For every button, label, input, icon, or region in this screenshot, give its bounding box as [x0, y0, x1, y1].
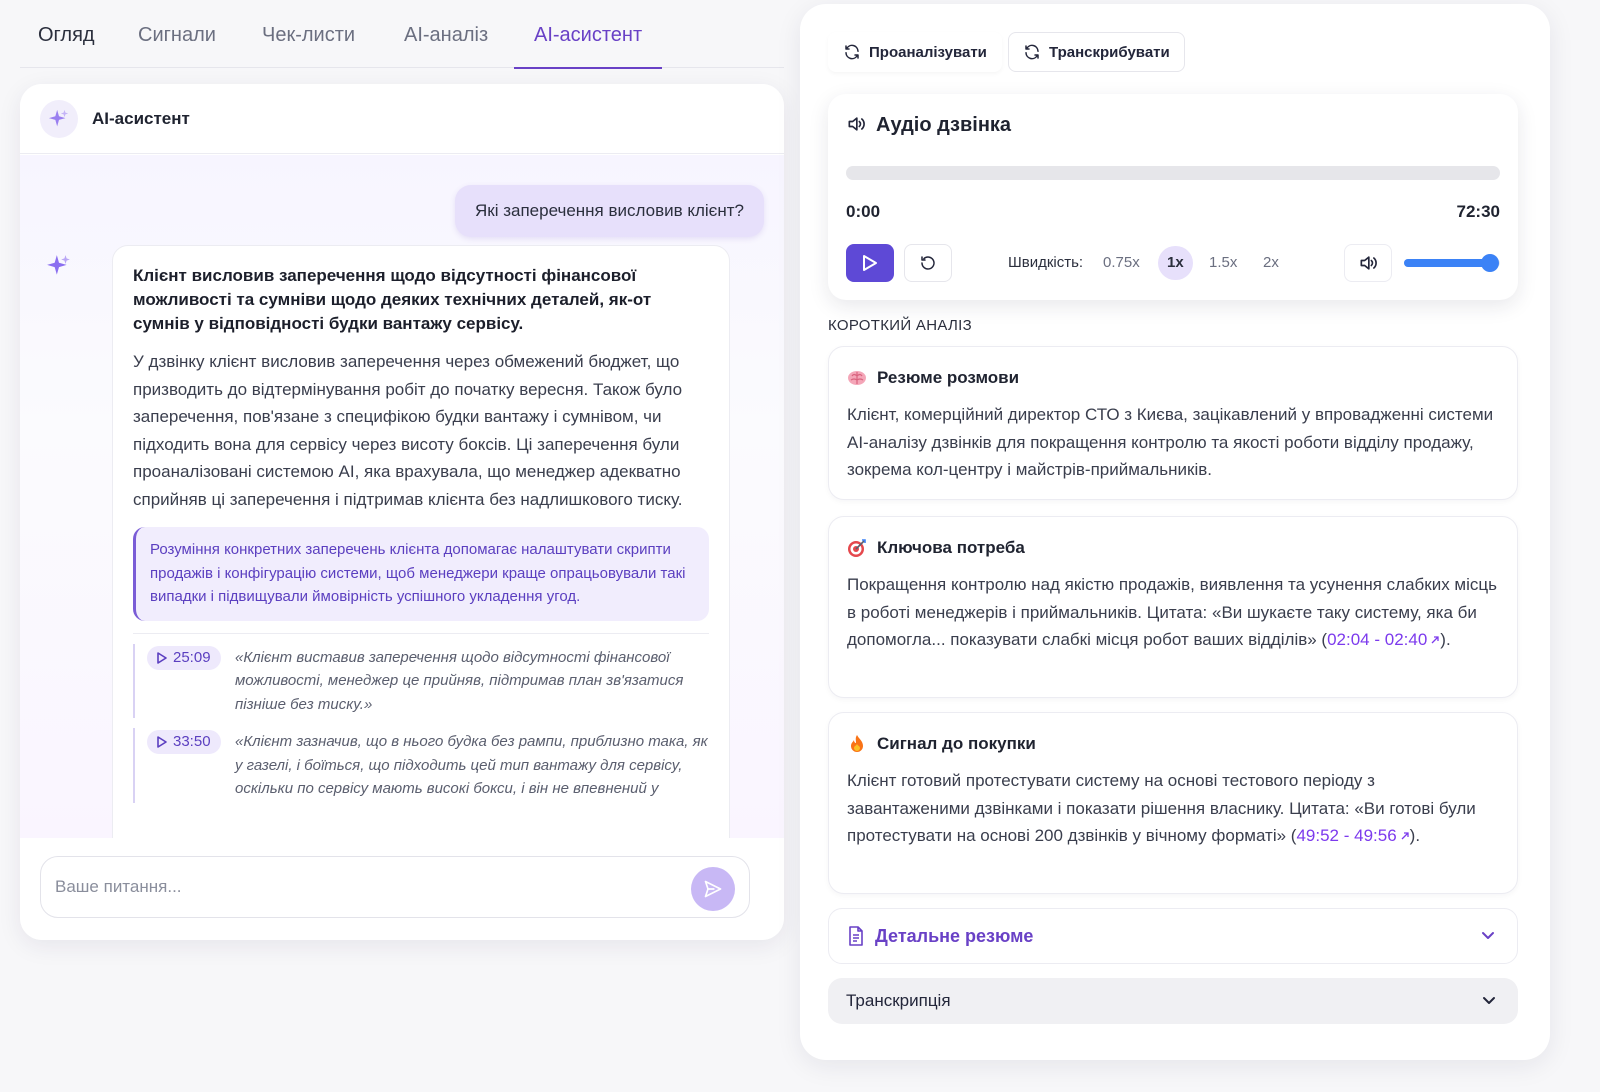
play-button[interactable]	[846, 244, 894, 282]
summary-text: Клієнт, комерційний директор СТО з Києва…	[847, 405, 1494, 479]
sparkle-icon	[48, 109, 69, 127]
speed-option-active[interactable]: 1x	[1158, 246, 1193, 280]
chat-title: AI-асистент	[92, 109, 190, 128]
summary-card: Резюме розмови Клієнт, комерційний дирек…	[828, 346, 1518, 500]
chat-input-area	[20, 838, 784, 940]
timestamp-link-label: 49:52 - 49:56	[1296, 826, 1397, 845]
replay-icon	[921, 256, 935, 270]
external-link-icon	[1431, 636, 1439, 644]
call-details-panel: Проаналізувати Транскрибувати Аудіо дзві…	[800, 4, 1550, 1060]
total-time: 72:30	[1456, 202, 1500, 221]
document-icon	[849, 926, 863, 946]
target-icon	[848, 539, 866, 557]
send-icon	[704, 880, 722, 898]
volume-slider[interactable]	[1404, 254, 1500, 272]
buying-signal-title: Сигнал до покупки	[877, 734, 1036, 753]
speed-option[interactable]: 2x	[1254, 246, 1288, 280]
assistant-message: Клієнт висловив заперечення щодо відсутн…	[112, 245, 730, 838]
send-button[interactable]	[691, 867, 735, 911]
audio-progress-bar[interactable]	[846, 166, 1500, 180]
play-icon	[157, 651, 167, 664]
buying-signal-card: Сигнал до покупки Клієнт готовий протест…	[828, 712, 1518, 894]
refresh-icon	[1025, 44, 1039, 60]
assistant-lead: Клієнт висловив заперечення щодо відсутн…	[133, 266, 652, 333]
fire-icon	[851, 735, 863, 752]
tab-bar: Огляд Сигнали Чек-листи AI-аналіз AI-аси…	[20, 0, 784, 69]
external-link-icon	[1401, 832, 1409, 840]
evidence-quote: 33:50 «Клієнт зазначив, що в нього будка…	[133, 728, 709, 803]
volume-icon	[1360, 256, 1377, 270]
timestamp-button[interactable]: 33:50	[147, 730, 221, 754]
chat-messages[interactable]: Які заперечення висловив клієнт? Клієнт …	[20, 155, 784, 838]
timestamp-link-label: 02:04 - 02:40	[1327, 630, 1428, 649]
evidence-quote: 25:09 «Клієнт виставив заперечення щодо …	[133, 643, 709, 718]
play-icon	[863, 255, 877, 271]
quote-text: «Клієнт виставив заперечення щодо відсут…	[235, 648, 684, 713]
speaker-icon	[846, 114, 866, 139]
speed-label: Швидкість:	[1008, 254, 1084, 271]
transcript-accordion[interactable]: Транскрипція	[828, 978, 1518, 1024]
tab-ai-analysis[interactable]: AI-аналіз	[404, 0, 488, 68]
audio-player: Аудіо дзвінка 0:00 72:30 Швидкість: 0.75…	[828, 94, 1518, 300]
transcript-label: Транскрипція	[846, 991, 951, 1010]
chat-input-box	[40, 856, 750, 918]
assistant-avatar	[40, 100, 78, 138]
volume-button[interactable]	[1344, 244, 1392, 282]
play-icon	[157, 736, 167, 748]
volume-fill	[1404, 259, 1491, 267]
assistant-sparkle-icon	[46, 253, 72, 284]
detailed-summary-accordion[interactable]: Детальне резюме	[828, 908, 1518, 964]
key-need-text: Покращення контролю над якістю продажів,…	[847, 571, 1499, 654]
chevron-down-icon	[1483, 997, 1495, 1004]
brain-icon	[848, 371, 866, 385]
tab-checklists[interactable]: Чек-листи	[262, 0, 355, 68]
detailed-summary-label: Детальне резюме	[875, 925, 1034, 946]
speed-option[interactable]: 0.75x	[1094, 246, 1149, 280]
analysis-section-label: КОРОТКИЙ АНАЛІЗ	[828, 317, 972, 334]
transcribe-label: Транскрибувати	[1049, 43, 1170, 61]
timestamp-label: 25:09	[173, 648, 211, 666]
quote-text: «Клієнт зазначив, що в нього будка без р…	[235, 733, 708, 797]
volume-knob[interactable]	[1481, 254, 1500, 272]
key-need-card: Ключова потреба Покращення контролю над …	[828, 516, 1518, 698]
tab-ai-assistant[interactable]: AI-асистент	[513, 0, 663, 69]
summary-title: Резюме розмови	[877, 368, 1020, 387]
current-time: 0:00	[846, 202, 881, 221]
chat-panel: AI-асистент Які заперечення висловив клі…	[20, 84, 784, 940]
tab-signals[interactable]: Сигнали	[138, 0, 216, 68]
question-input[interactable]	[55, 857, 675, 917]
key-need-title: Ключова потреба	[877, 538, 1025, 557]
refresh-icon	[845, 44, 859, 60]
user-message: Які заперечення висловив клієнт?	[455, 185, 764, 237]
chevron-down-icon	[1482, 932, 1494, 939]
quotes-divider	[133, 632, 709, 634]
transcribe-button[interactable]: Транскрибувати	[1008, 32, 1185, 72]
timestamp-link[interactable]: 02:04 - 02:40	[1327, 630, 1440, 649]
timestamp-button[interactable]: 25:09	[147, 645, 221, 670]
assistant-text: У дзвінку клієнт висловив заперечення че…	[133, 352, 683, 509]
chat-header: AI-асистент	[20, 84, 784, 154]
buying-signal-text: Клієнт готовий протестувати систему на о…	[847, 767, 1499, 850]
analyze-label: Проаналізувати	[869, 43, 987, 61]
timestamp-link[interactable]: 49:52 - 49:56	[1296, 826, 1409, 845]
buying-signal-tail: ).	[1409, 826, 1421, 845]
timestamp-label: 33:50	[173, 733, 211, 750]
audio-title: Аудіо дзвінка	[876, 114, 1012, 136]
tab-overview[interactable]: Огляд	[38, 0, 95, 68]
analyze-button[interactable]: Проаналізувати	[828, 32, 1002, 72]
key-need-tail: ).	[1440, 630, 1451, 649]
replay-button[interactable]	[904, 244, 952, 282]
insight-callout: Розуміння конкретних заперечень клієнта …	[133, 527, 709, 621]
speed-option[interactable]: 1.5x	[1200, 246, 1246, 280]
